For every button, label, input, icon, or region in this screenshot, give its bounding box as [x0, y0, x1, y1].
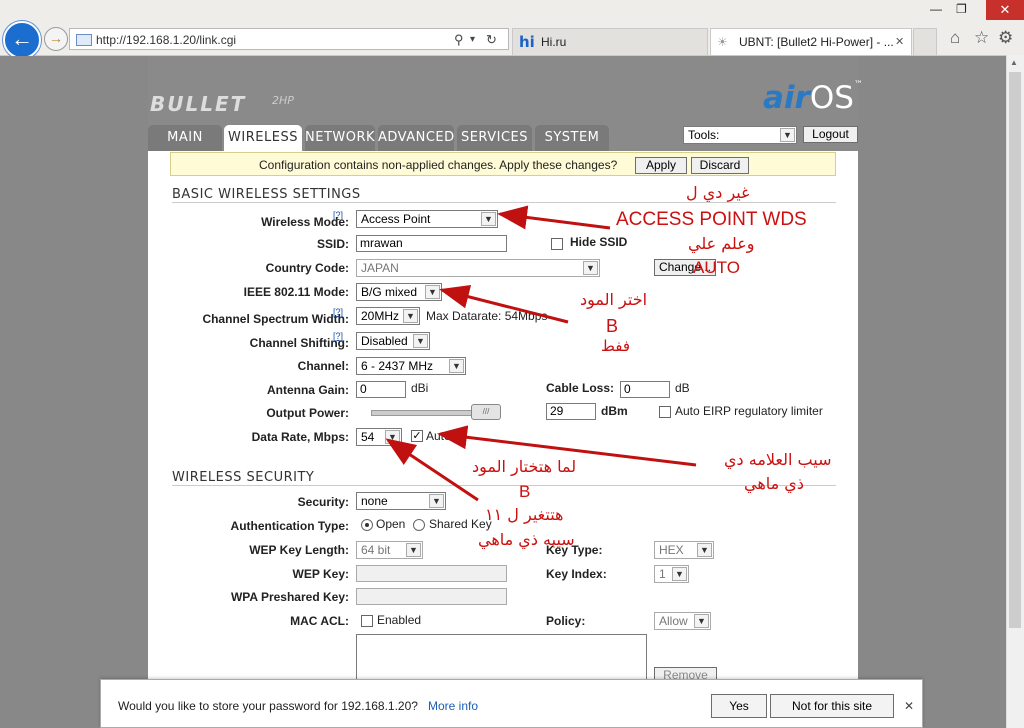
close-bar-icon[interactable]: ✕ [904, 699, 914, 713]
yes-button[interactable]: Yes [711, 694, 767, 718]
scroll-up-icon[interactable]: ▲ [1010, 58, 1018, 67]
more-info-link[interactable]: More info [428, 699, 478, 713]
save-password-bar: Would you like to store your password fo… [100, 679, 923, 728]
annotation-3-line-1: سيب العلامه دي [724, 450, 832, 469]
annotation-4-line-2: B [519, 482, 531, 501]
arrow-ieee-mode [439, 285, 569, 324]
annotation-1-line-4: AUTO [693, 258, 740, 277]
annotation-4-line-4: سيبه ذي ماهي [478, 530, 575, 549]
not-for-this-site-button[interactable]: Not for this site [770, 694, 894, 718]
annotation-2-line-2: B [606, 316, 619, 336]
annotation-2-line-3: ففط [601, 337, 630, 355]
annotation-2-line-1: اختر المود [580, 290, 648, 309]
annotation-1-line-3: وعلم علي [688, 234, 755, 253]
annotation-1-line-1: غير دي ل [686, 183, 750, 202]
annotation-1-line-2: ACCESS POINT WDS [616, 209, 807, 230]
arrow-wireless-mode [497, 205, 611, 230]
scrollbar-thumb[interactable] [1009, 72, 1021, 628]
annotation-arrows [385, 205, 697, 502]
annotation-4-line-3: هتتغير ل ١١ [485, 505, 564, 524]
annotation-4-line-1: لما هتختار المود [472, 457, 577, 476]
arrow-data-rate [385, 438, 479, 502]
annotation-3-line-2: ذي ماهي [744, 474, 804, 493]
save-password-prompt: Would you like to store your password fo… [118, 699, 418, 713]
